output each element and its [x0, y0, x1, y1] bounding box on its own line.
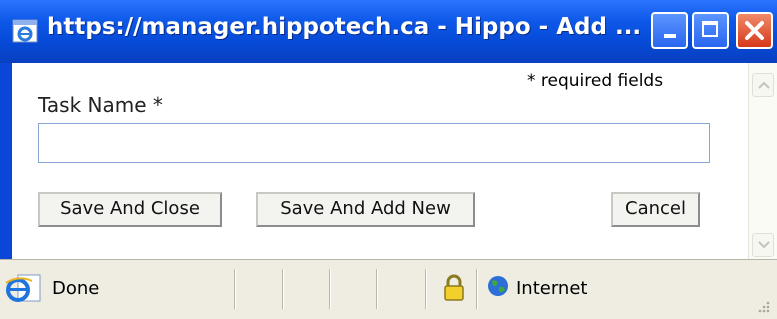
- minimize-icon: [664, 34, 676, 38]
- chevron-down-icon: [758, 241, 770, 249]
- close-button[interactable]: [736, 12, 773, 49]
- status-bar: Done Internet: [0, 259, 777, 319]
- close-icon: [738, 14, 771, 47]
- page-content: * required fields Task Name * Save And C…: [12, 63, 777, 259]
- window-title: https://manager.hippotech.ca - Hippo - A…: [47, 14, 642, 40]
- required-fields-note: * required fields: [527, 71, 664, 91]
- padlock-icon[interactable]: [443, 274, 465, 306]
- status-divider: [376, 269, 377, 309]
- ie-page-icon: [4, 273, 44, 309]
- status-divider: [425, 269, 426, 309]
- ie-page-icon: [12, 19, 38, 43]
- cancel-button[interactable]: Cancel: [611, 192, 700, 227]
- status-divider: [282, 269, 283, 309]
- vertical-scrollbar[interactable]: [748, 63, 777, 259]
- browser-popup-window: https://manager.hippotech.ca - Hippo - A…: [0, 0, 777, 319]
- maximize-icon: [702, 21, 718, 37]
- resize-grip-icon[interactable]: [755, 298, 771, 318]
- status-divider: [476, 269, 477, 309]
- status-divider: [234, 269, 235, 309]
- maximize-button[interactable]: [692, 12, 729, 49]
- status-text: Done: [52, 278, 100, 299]
- task-name-input[interactable]: [38, 123, 710, 163]
- title-bar[interactable]: https://manager.hippotech.ca - Hippo - A…: [0, 0, 777, 63]
- save-and-add-new-button[interactable]: Save And Add New: [256, 192, 475, 227]
- security-zone-text: Internet: [516, 278, 588, 299]
- minimize-button[interactable]: [651, 12, 688, 49]
- chevron-up-icon: [758, 81, 770, 89]
- scroll-up-button[interactable]: [752, 73, 774, 97]
- save-and-close-button[interactable]: Save And Close: [38, 192, 222, 227]
- status-divider: [329, 269, 330, 309]
- scroll-down-button[interactable]: [752, 233, 774, 257]
- task-name-label: Task Name *: [38, 93, 163, 117]
- globe-icon: [487, 275, 509, 301]
